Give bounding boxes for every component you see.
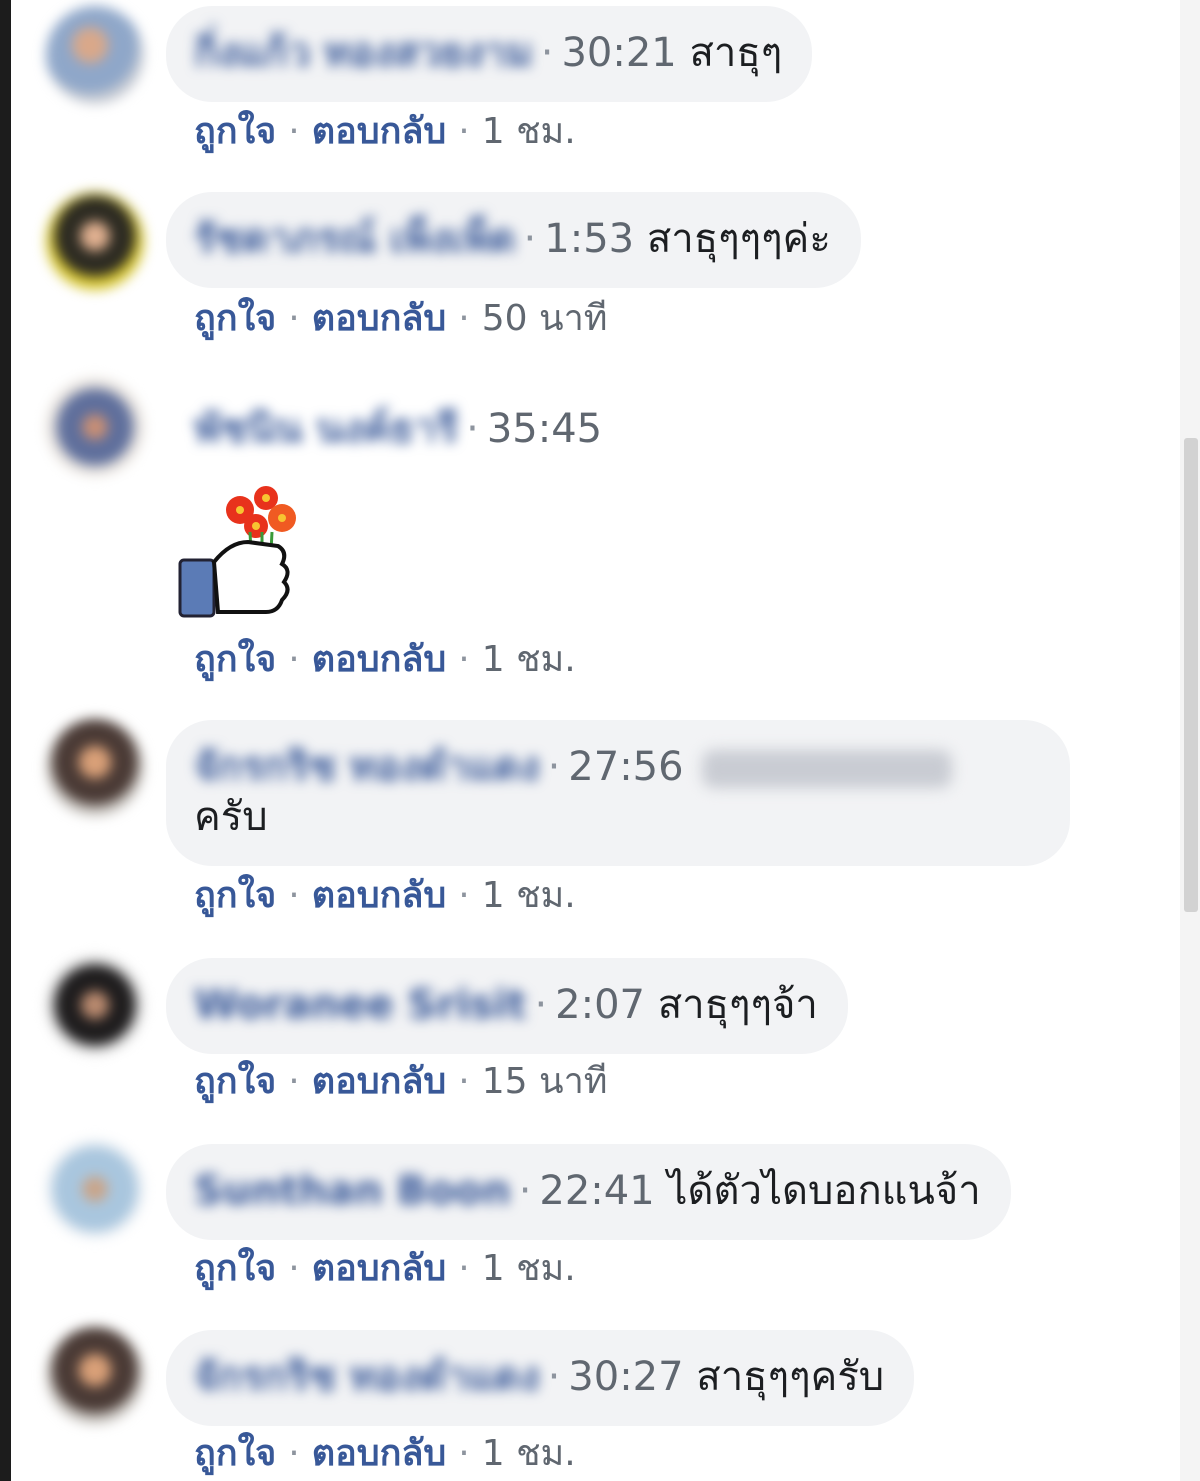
- comment-bubble: รัชดาภรณ์ เพ็งเพ็ด · 1:53 สาธุๆๆๆค่ะ: [166, 192, 861, 288]
- comment-bubble: Sunthan Boon · 22:41 ได้ตัวไดบอกแนจ้า: [166, 1144, 1011, 1240]
- like-link[interactable]: ถูกใจ: [194, 298, 276, 339]
- separator: ·: [288, 639, 300, 680]
- comment-actions: ถูกใจ · ตอบกลับ · 1 ชม.: [194, 110, 576, 154]
- reply-link[interactable]: ตอบกลับ: [312, 111, 447, 152]
- comment-author[interactable]: จักรกริช ทองดำแดง: [194, 1352, 540, 1402]
- comment-actions: ถูกใจ · ตอบกลับ · 50 นาที: [194, 297, 608, 341]
- comment-age[interactable]: 1 ชม.: [482, 1433, 576, 1474]
- comment-timestamp-link[interactable]: 30:21: [561, 30, 676, 76]
- separator: ·: [534, 982, 548, 1028]
- reply-link[interactable]: ตอบกลับ: [312, 1061, 447, 1102]
- separator: ·: [458, 1248, 470, 1289]
- comment-text: สาธุๆๆครับ: [696, 1354, 885, 1400]
- comment-text: สาธุๆ: [689, 30, 783, 76]
- separator: ·: [288, 1061, 300, 1102]
- separator: ·: [458, 111, 470, 152]
- separator: ·: [547, 1354, 561, 1400]
- reply-link[interactable]: ตอบกลับ: [312, 1248, 447, 1289]
- flower-bouquet-thumb-sticker: [178, 486, 296, 618]
- avatar[interactable]: [46, 1140, 144, 1238]
- comment-bubble: กิ่งแก้ว ทองสวยงาม · 30:21 สาธุๆ: [166, 6, 813, 102]
- comment-actions: ถูกใจ · ตอบกลับ · 1 ชม.: [194, 874, 576, 918]
- comment-timestamp-link[interactable]: 35:45: [487, 406, 602, 452]
- comment-timestamp-link[interactable]: 30:27: [568, 1354, 683, 1400]
- avatar[interactable]: [46, 1326, 144, 1424]
- avatar[interactable]: [46, 956, 144, 1054]
- comment-text: ได้ตัวไดบอกแนจ้า: [667, 1168, 981, 1214]
- comment-timestamp-link[interactable]: 2:07: [555, 982, 645, 1028]
- separator: ·: [288, 298, 300, 339]
- comment-age[interactable]: 1 ชม.: [482, 875, 576, 916]
- comment-author[interactable]: Woranee Srisit: [194, 980, 526, 1030]
- reply-link[interactable]: ตอบกลับ: [312, 298, 447, 339]
- comment-author[interactable]: จักรกริช ทองดำแดง: [194, 742, 540, 792]
- separator: ·: [523, 216, 537, 262]
- avatar[interactable]: [46, 378, 144, 476]
- separator: ·: [466, 406, 479, 452]
- separator: ·: [458, 298, 470, 339]
- comment-actions: ถูกใจ · ตอบกลับ · 15 นาที: [194, 1060, 608, 1104]
- comment-author[interactable]: กิ่งแก้ว ทองสวยงาม: [194, 28, 533, 78]
- like-link[interactable]: ถูกใจ: [194, 1061, 276, 1102]
- separator: ·: [288, 875, 300, 916]
- separator: ·: [458, 1061, 470, 1102]
- reply-link[interactable]: ตอบกลับ: [312, 875, 447, 916]
- comment-age[interactable]: 1 ชม.: [482, 111, 576, 152]
- comment-bubble: Woranee Srisit · 2:07 สาธุๆๆจ้า: [166, 958, 848, 1054]
- avatar[interactable]: [46, 6, 144, 104]
- comment-text: สาธุๆๆจ้า: [657, 982, 818, 1028]
- separator: ·: [288, 1248, 300, 1289]
- comment-author[interactable]: รัชดาภรณ์ เพ็งเพ็ด: [194, 214, 516, 264]
- comment-header: พัชนิน นงค์ธารี · 35:45: [166, 382, 632, 478]
- avatar[interactable]: [46, 192, 144, 290]
- like-link[interactable]: ถูกใจ: [194, 1433, 276, 1474]
- like-link[interactable]: ถูกใจ: [194, 1248, 276, 1289]
- comment-text: สาธุๆๆๆค่ะ: [646, 216, 831, 262]
- scrollbar-thumb[interactable]: [1184, 438, 1198, 912]
- comment-age[interactable]: 15 นาที: [482, 1061, 608, 1102]
- separator: ·: [547, 744, 561, 790]
- comment-age[interactable]: 1 ชม.: [482, 1248, 576, 1289]
- comment-author[interactable]: พัชนิน นงค์ธารี: [194, 404, 458, 454]
- separator: ·: [540, 30, 554, 76]
- avatar[interactable]: [46, 718, 144, 816]
- comment-author[interactable]: Sunthan Boon: [194, 1166, 511, 1216]
- comment-age[interactable]: 1 ชม.: [482, 639, 576, 680]
- comment-timestamp-link[interactable]: 1:53: [544, 216, 634, 262]
- like-link[interactable]: ถูกใจ: [194, 639, 276, 680]
- comment-actions: ถูกใจ · ตอบกลับ · 1 ชม.: [194, 1247, 576, 1291]
- comment-bubble: จักรกริช ทองดำแดง · 30:27 สาธุๆๆครับ: [166, 1330, 915, 1426]
- thumbs-up-icon: [178, 539, 290, 618]
- comment-age[interactable]: 50 นาที: [482, 298, 608, 339]
- window-left-edge: [0, 0, 11, 1481]
- comment-timestamp-link[interactable]: 22:41: [539, 1168, 654, 1214]
- comment-actions: ถูกใจ · ตอบกลับ · 1 ชม.: [194, 638, 576, 682]
- separator: ·: [458, 639, 470, 680]
- redacted-text: [702, 750, 953, 788]
- comment-bubble: จักรกริช ทองดำแดง · 27:56 ครับ: [166, 720, 1070, 866]
- like-link[interactable]: ถูกใจ: [194, 111, 276, 152]
- separator: ·: [518, 1168, 532, 1214]
- separator: ·: [458, 875, 470, 916]
- reply-link[interactable]: ตอบกลับ: [312, 639, 447, 680]
- like-link[interactable]: ถูกใจ: [194, 875, 276, 916]
- separator: ·: [288, 1433, 300, 1474]
- comment-timestamp-link[interactable]: 27:56: [568, 744, 683, 790]
- separator: ·: [288, 111, 300, 152]
- comment-text: ครับ: [194, 794, 268, 840]
- comment-actions: ถูกใจ · ตอบกลับ · 1 ชม.: [194, 1432, 576, 1476]
- separator: ·: [458, 1433, 470, 1474]
- reply-link[interactable]: ตอบกลับ: [312, 1433, 447, 1474]
